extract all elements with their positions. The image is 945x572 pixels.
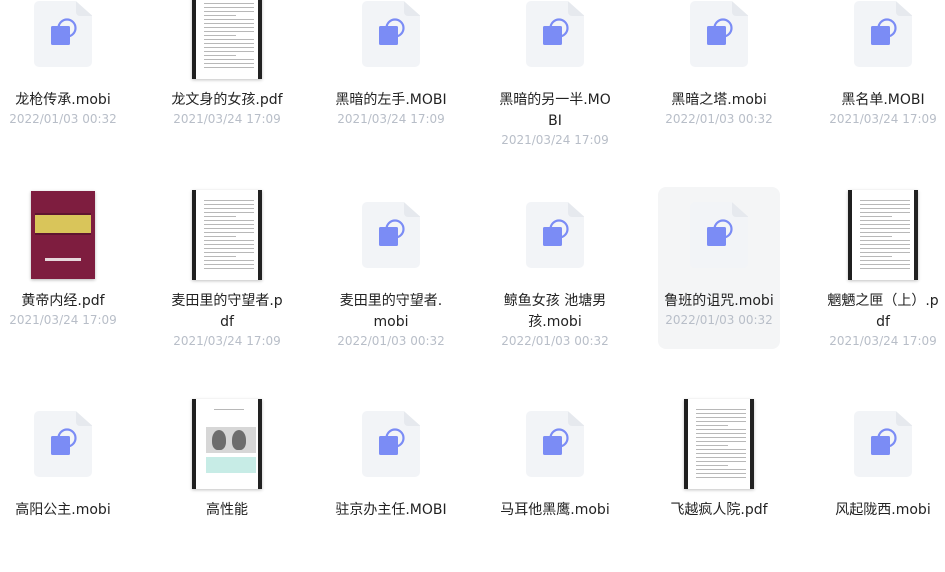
mobi-file-icon [690, 1, 748, 67]
file-tile[interactable]: 风起陇西.mobi [822, 410, 944, 572]
file-date: 2021/03/24 17:09 [173, 112, 281, 126]
file-date: 2021/03/24 17:09 [829, 334, 937, 348]
file-tile[interactable]: 黑暗之塔.mobi 2022/01/03 00:32 [658, 0, 780, 162]
book-cover-icon [31, 191, 95, 279]
file-date: 2021/03/24 17:09 [829, 112, 937, 126]
file-date: 2021/03/24 17:09 [9, 313, 117, 327]
file-tile[interactable]: 鲁班的诅咒.mobi 2022/01/03 00:32 [658, 187, 780, 349]
pdf-thumbnail-icon [192, 399, 262, 489]
pdf-thumbnail-icon [684, 399, 754, 489]
file-date: 2021/03/24 17:09 [173, 334, 281, 348]
file-tile[interactable]: 黄帝内经.pdf 2021/03/24 17:09 [2, 191, 124, 363]
file-name: 黄帝内经.pdf [21, 293, 105, 309]
file-name: 黑暗的左手.MOBI [335, 92, 447, 108]
file-tile[interactable]: 龙文身的女孩.pdf 2021/03/24 17:09 [166, 0, 288, 162]
mobi-file-icon [526, 411, 584, 477]
mobi-file-icon [34, 411, 92, 477]
file-name: 黑暗的另一半.MOBI [499, 92, 611, 129]
pdf-thumbnail-icon [192, 0, 262, 79]
mobi-file-icon [362, 1, 420, 67]
mobi-file-icon [526, 202, 584, 268]
mobi-file-icon [690, 202, 748, 268]
mobi-file-icon [854, 1, 912, 67]
mobi-file-icon [362, 411, 420, 477]
file-tile[interactable]: 麦田里的守望者.mobi 2022/01/03 00:32 [330, 201, 452, 363]
file-name: 龙枪传承.mobi [15, 92, 111, 108]
file-tile[interactable]: 飞越疯人院.pdf [658, 399, 780, 572]
mobi-file-icon [362, 202, 420, 268]
file-tile[interactable]: 驻京办主任.MOBI [330, 410, 452, 572]
file-tile[interactable]: 黑暗的左手.MOBI 2021/03/24 17:09 [330, 0, 452, 162]
file-name: 魍魉之匣（上）.pdf [827, 293, 939, 330]
file-date: 2021/03/24 17:09 [501, 133, 609, 147]
file-name: 高阳公主.mobi [15, 502, 111, 518]
file-date: 2021/03/24 17:09 [337, 112, 445, 126]
file-tile[interactable]: 魍魉之匣（上）.pdf 2021/03/24 17:09 [822, 190, 944, 363]
file-name: 黑暗之塔.mobi [671, 92, 767, 108]
file-name: 鲁班的诅咒.mobi [664, 293, 774, 309]
file-tile[interactable]: 高阳公主.mobi [2, 410, 124, 572]
mobi-file-icon [854, 411, 912, 477]
file-tile[interactable]: 黑名单.MOBI 2021/03/24 17:09 [822, 0, 944, 162]
file-name: 驻京办主任.MOBI [335, 502, 447, 518]
file-name: 龙文身的女孩.pdf [171, 92, 283, 108]
file-name: 马耳他黑鹰.mobi [500, 502, 610, 518]
file-tile[interactable]: 黑暗的另一半.MOBI 2021/03/24 17:09 [494, 0, 616, 162]
file-tile[interactable]: 高性能 [166, 399, 288, 572]
file-name: 鲸鱼女孩 池塘男孩.mobi [503, 293, 607, 330]
file-name: 高性能 [206, 502, 248, 518]
mobi-file-icon [526, 1, 584, 67]
file-date: 2022/01/03 00:32 [501, 334, 609, 348]
pdf-thumbnail-icon [848, 190, 918, 280]
file-date: 2022/01/03 00:32 [337, 334, 445, 348]
file-tile[interactable]: 龙枪传承.mobi 2022/01/03 00:32 [2, 0, 124, 162]
file-name: 麦田里的守望者.pdf [171, 293, 283, 330]
file-name: 飞越疯人院.pdf [670, 502, 768, 518]
file-tile[interactable]: 鲸鱼女孩 池塘男孩.mobi 2022/01/03 00:32 [494, 201, 616, 363]
file-name: 麦田里的守望者.mobi [339, 293, 443, 330]
file-name: 黑名单.MOBI [841, 92, 925, 108]
file-tile[interactable]: 麦田里的守望者.pdf 2021/03/24 17:09 [166, 190, 288, 363]
file-date: 2022/01/03 00:32 [665, 112, 773, 126]
file-tile[interactable]: 马耳他黑鹰.mobi [494, 410, 616, 572]
mobi-file-icon [34, 1, 92, 67]
file-name: 风起陇西.mobi [835, 502, 931, 518]
file-date: 2022/01/03 00:32 [9, 112, 117, 126]
file-date: 2022/01/03 00:32 [665, 313, 773, 327]
pdf-thumbnail-icon [192, 190, 262, 280]
